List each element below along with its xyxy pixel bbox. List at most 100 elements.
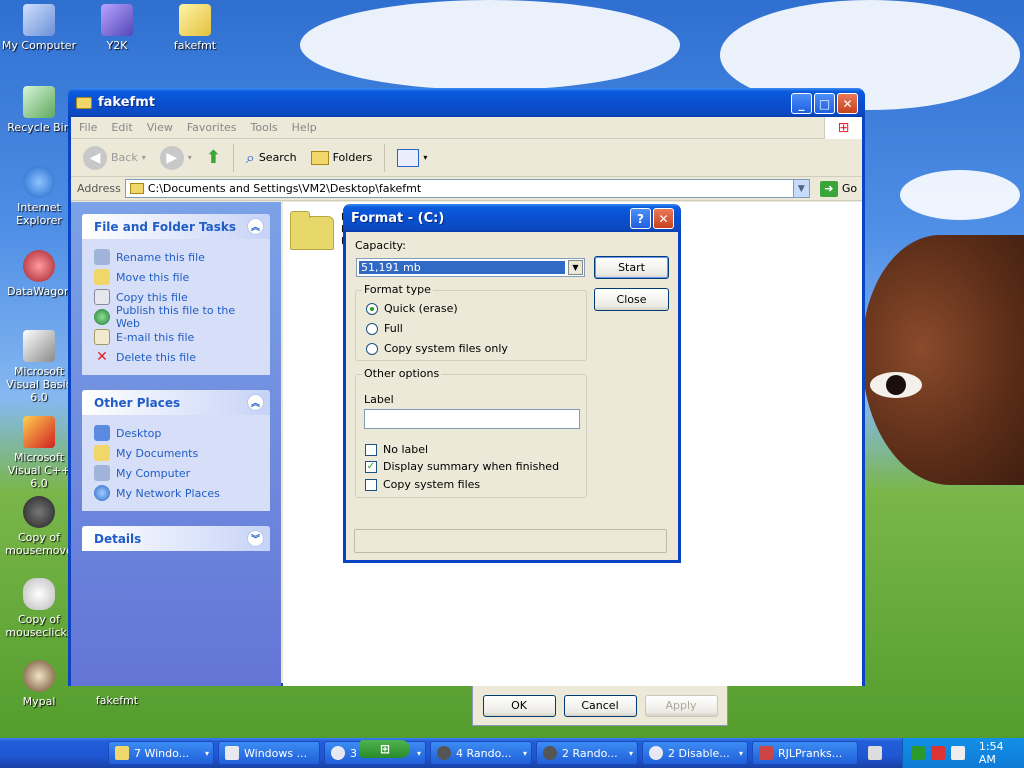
expand-icon[interactable]: ︾ xyxy=(247,530,264,547)
format-dialog[interactable]: Format - (C:) ? ✕ Capacity: 51,191 mb ▼ … xyxy=(343,204,681,563)
desktop-icon-y2k[interactable]: Y2K xyxy=(78,4,156,52)
place-my-network-places[interactable]: My Network Places xyxy=(94,483,258,503)
mypal-icon xyxy=(23,660,55,692)
back-button[interactable]: ◀ Back ▾ xyxy=(79,144,150,172)
file-folder-tasks-header[interactable]: File and Folder Tasks ︽ xyxy=(82,214,270,239)
keyboard-icon[interactable] xyxy=(868,746,882,760)
desktop-icon-internet-explorer[interactable]: Internet Explorer xyxy=(0,166,78,227)
forward-button[interactable]: ▶ ▾ xyxy=(156,144,196,172)
maximize-button[interactable]: □ xyxy=(814,93,835,114)
go-button[interactable]: ➜ Go xyxy=(819,180,857,197)
toolbar: ◀ Back ▾ ▶ ▾ ⬆ ⌕ Search Folders ▾ xyxy=(71,139,862,177)
task-delete-file[interactable]: ✕ Delete this file xyxy=(94,347,258,367)
other-options-group: Other options Label No label ✓ Display su… xyxy=(355,367,587,498)
window-title: fakefmt xyxy=(98,95,155,110)
mouse-icon xyxy=(331,746,345,760)
ok-button[interactable]: OK xyxy=(482,694,556,717)
desktop-icon-my-computer[interactable]: My Computer xyxy=(0,4,78,52)
other-places-panel: Other Places ︽ Desktop My Documents My Co… xyxy=(82,390,270,511)
taskbar: 7 Windo... ▾ Windows ... 3 ▾ ⊞ 4 Rando... ▾… xyxy=(0,738,1024,768)
volume-label-input[interactable] xyxy=(364,409,580,429)
task-random-2[interactable]: 2 Rando... ▾ xyxy=(536,741,638,765)
task-publish-web[interactable]: Publish this file to the Web xyxy=(94,304,258,330)
explorer-titlebar[interactable]: fakefmt xyxy=(68,88,865,117)
minimize-button[interactable]: _ xyxy=(791,93,812,114)
views-button[interactable]: ▾ xyxy=(393,147,431,169)
task-rename-file[interactable]: Rename this file xyxy=(94,247,258,267)
tray-app-icon[interactable] xyxy=(911,746,925,760)
close-button[interactable]: Close xyxy=(594,288,669,311)
task-rjlpranks[interactable]: RJLPranks... xyxy=(752,741,858,765)
up-button[interactable]: ⬆ xyxy=(202,145,225,170)
other-places-header[interactable]: Other Places ︽ xyxy=(82,390,270,415)
start-button-fake[interactable]: ⊞ xyxy=(360,740,410,758)
menu-favorites[interactable]: Favorites xyxy=(187,121,237,134)
start-button[interactable]: Start xyxy=(594,256,669,279)
menu-tools[interactable]: Tools xyxy=(251,121,278,134)
menu-file[interactable]: File xyxy=(79,121,97,134)
task-disable-2[interactable]: 2 Disable... ▾ xyxy=(642,741,748,765)
address-dropdown-button[interactable]: ▼ xyxy=(792,180,809,197)
checkbox-display-summary[interactable]: ✓ Display summary when finished xyxy=(365,460,559,473)
capacity-select[interactable]: 51,191 mb ▼ xyxy=(356,258,585,277)
menu-edit[interactable]: Edit xyxy=(111,121,132,134)
desktop-icon-visual-basic[interactable]: Microsoft Visual Basic 6.0 xyxy=(0,330,78,404)
desktop-icon-visual-cpp[interactable]: Microsoft Visual C++ 6.0 xyxy=(0,416,78,490)
copy-icon xyxy=(94,289,110,305)
address-input[interactable]: C:\Documents and Settings\VM2\Desktop\fa… xyxy=(124,179,810,198)
desktop-icon-datawagon[interactable]: DataWagon xyxy=(0,250,78,298)
move-icon xyxy=(94,269,110,285)
task-move-file[interactable]: Move this file xyxy=(94,267,258,287)
task-random-4[interactable]: 4 Rando... ▾ xyxy=(430,741,532,765)
computer-icon xyxy=(23,4,55,36)
window-icon xyxy=(225,746,239,760)
radio-full[interactable]: Full xyxy=(366,322,403,335)
help-button[interactable]: ? xyxy=(630,208,651,229)
desktop-icon-recycle-bin[interactable]: Recycle Bin xyxy=(0,86,78,134)
computer-icon xyxy=(94,465,110,481)
label-field-label: Label xyxy=(364,393,394,406)
mousemove-icon xyxy=(23,496,55,528)
place-my-documents[interactable]: My Documents xyxy=(94,443,258,463)
format-close-button[interactable]: ✕ xyxy=(653,208,674,229)
chevron-down-icon[interactable]: ▼ xyxy=(568,260,583,275)
volume-icon[interactable] xyxy=(950,746,965,760)
place-my-computer[interactable]: My Computer xyxy=(94,463,258,483)
apply-button[interactable]: Apply xyxy=(644,694,718,717)
checkbox-no-label[interactable]: No label xyxy=(365,443,428,456)
details-header[interactable]: Details ︾ xyxy=(82,526,270,551)
desktop-icon-fakefmt-file[interactable]: fakefmt xyxy=(78,694,156,707)
collapse-icon[interactable]: ︽ xyxy=(247,218,264,235)
desktop-icon-mouseclicks[interactable]: Copy of mouseclicks xyxy=(0,578,78,639)
folder-icon xyxy=(129,183,144,194)
folders-button[interactable]: Folders xyxy=(307,149,377,167)
format-progress-bar xyxy=(354,529,667,553)
place-desktop[interactable]: Desktop xyxy=(94,423,258,443)
desktop-icon-mypal[interactable]: Mypal xyxy=(0,660,78,708)
face-image xyxy=(862,235,1024,485)
clock: 1:54 AM xyxy=(978,740,1004,766)
folder-icon xyxy=(115,746,129,760)
tray-alert-icon[interactable] xyxy=(930,746,945,760)
radio-copy-system-files-only[interactable]: Copy system files only xyxy=(366,342,508,355)
checkbox-copy-system-files[interactable]: Copy system files xyxy=(365,478,480,491)
up-folder-icon: ⬆ xyxy=(205,147,221,168)
cancel-button[interactable]: Cancel xyxy=(563,694,637,717)
desktop-icon-mousemove[interactable]: Copy of mousemove xyxy=(0,496,78,557)
task-windows[interactable]: Windows ... xyxy=(218,741,320,765)
property-sheet-buttons: OK Cancel Apply xyxy=(472,686,728,726)
format-title: Format - (C:) xyxy=(351,210,445,226)
collapse-icon[interactable]: ︽ xyxy=(247,394,264,411)
internet-explorer-icon xyxy=(23,166,55,198)
search-button[interactable]: ⌕ Search xyxy=(242,146,301,170)
close-button[interactable]: ✕ xyxy=(837,93,858,114)
folder-icon[interactable] xyxy=(290,211,334,250)
desktop-icon-fakefmt-folder[interactable]: fakefmt xyxy=(156,4,234,52)
delete-icon: ✕ xyxy=(96,349,108,365)
task-windows-explorer[interactable]: 7 Windo... ▾ xyxy=(108,741,214,765)
menu-help[interactable]: Help xyxy=(292,121,317,134)
radio-quick-erase[interactable]: Quick (erase) xyxy=(366,302,458,315)
menu-view[interactable]: View xyxy=(147,121,173,134)
task-email-file[interactable]: E-mail this file xyxy=(94,327,258,347)
windows-logo-icon: ⊞ xyxy=(824,117,862,139)
